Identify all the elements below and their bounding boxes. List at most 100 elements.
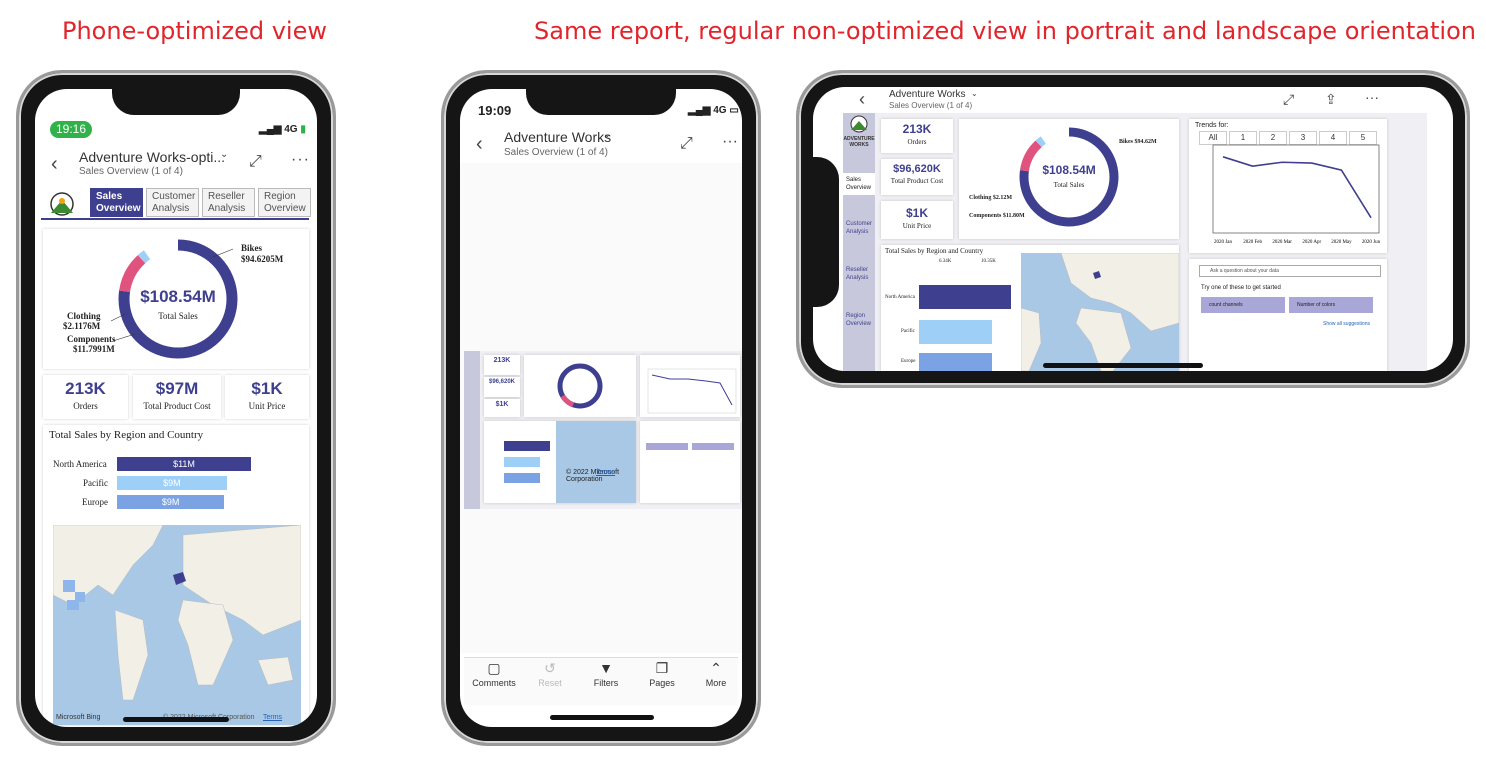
tab-reseller-analysis[interactable]: Reseller Analysis (202, 188, 255, 217)
bar-label-north-america: North America (53, 459, 107, 469)
kpi-unit-price[interactable]: $1K Unit Price (225, 375, 309, 419)
kpi-unit-price[interactable]: $1K Unit Price (881, 201, 953, 239)
mini-map-terms[interactable]: Terms (596, 469, 615, 476)
trends-card[interactable]: Trends for: All 1 2 3 4 5 2020 Jan 2020 F… (1189, 119, 1387, 253)
filters-button[interactable]: ▼ Filters (576, 658, 636, 688)
kpi-value: $1K (905, 206, 928, 220)
status-time: 19:16 (50, 121, 92, 138)
label-bikes: Bikes (241, 243, 263, 253)
kpi-value: 213K (902, 122, 932, 136)
filter-icon: ▼ (599, 660, 613, 676)
tab-customer-analysis[interactable]: Customer Analysis (146, 188, 199, 217)
kpi-value: $97M (155, 379, 199, 398)
logo-text: ADVENTURE WORKS (843, 136, 875, 148)
pages-label: Pages (649, 678, 675, 688)
donut-center-label: Total Sales (158, 311, 198, 321)
phone-landscape-screen: ‹ Adventure Works ⌄ Sales Overview (1 of… (813, 87, 1453, 371)
kpi-orders[interactable]: 213K Orders (43, 375, 128, 419)
trend-x-tick: 2020 Jun (1362, 240, 1381, 245)
bar-pacific[interactable]: $9M (117, 476, 227, 490)
kpi-total-product-cost[interactable]: $97M Total Product Cost (133, 375, 221, 419)
pages-button[interactable]: ❐ Pages (632, 658, 692, 688)
label-bikes: Bikes $94.62M (1119, 139, 1157, 145)
bar-label-north-america: North America (885, 295, 915, 300)
kpi-label: Orders (73, 401, 98, 411)
mini-donut (524, 355, 636, 417)
bottom-toolbar: ▢ Comments ↺ Reset ▼ Filters ❐ Pages ⌃ More (464, 657, 738, 705)
kpi-total-product-cost[interactable]: $96,620K Total Product Cost (881, 159, 953, 195)
pages-icon: ❐ (655, 660, 669, 676)
qa-input[interactable]: Ask a question about your data (1199, 265, 1381, 277)
nav-rail: ADVENTURE WORKS Sales Overview Customer … (843, 113, 875, 371)
report-canvas: ADVENTURE WORKS Sales Overview Customer … (843, 113, 1427, 371)
world-map[interactable] (1021, 253, 1179, 371)
world-map[interactable]: Microsoft Bing © 2022 Microsoft Corporat… (53, 525, 301, 725)
back-icon[interactable]: ‹ (859, 89, 865, 110)
more-icon[interactable]: ··· (291, 151, 310, 169)
mini-report[interactable]: 213K $96,620K $1K © 2022 Microsoft Corpo… (464, 351, 742, 509)
page-subtitle: Sales Overview (1 of 4) (889, 101, 973, 110)
phone-optimized-frame: 19:16 ▂▄▆ 4G ▮ ‹ Adventure Works-opti...… (16, 70, 336, 746)
label-components-value: $11.7991M (73, 344, 115, 354)
bar-pacific[interactable] (919, 320, 992, 344)
donut-chart (1019, 127, 1119, 227)
qa-suggestion-count-channels[interactable]: count channels (1201, 297, 1285, 313)
bar-north-america[interactable]: $11M (117, 457, 251, 471)
donut-card[interactable]: $108.54M Total Sales Bikes $94.6205M Clo… (43, 229, 309, 369)
map-terms-link[interactable]: Terms (263, 714, 282, 721)
back-icon[interactable]: ‹ (476, 133, 483, 156)
donut-card[interactable]: $108.54M Total Sales Bikes $94.62M Cloth… (959, 119, 1179, 239)
report-title[interactable]: Adventure Works (504, 129, 611, 145)
nav-customer-analysis[interactable]: Customer Analysis (843, 217, 875, 239)
report-title[interactable]: Adventure Works (889, 89, 966, 100)
more-icon[interactable]: ··· (722, 133, 738, 151)
network-type: 4G (713, 105, 727, 116)
region-card[interactable]: Total Sales by Region and Country North … (43, 425, 309, 725)
qa-card[interactable]: Ask a question about your data Try one o… (1189, 259, 1387, 371)
report-title[interactable]: Adventure Works-opti... (79, 149, 225, 165)
region-card[interactable]: Total Sales by Region and Country 6.34K … (881, 245, 1179, 371)
trend-x-tick: 2020 Jan (1214, 240, 1232, 245)
chevron-up-icon: ⌃ (710, 660, 722, 676)
mini-suggestion (692, 443, 734, 450)
more-button[interactable]: ⌃ More (686, 658, 742, 688)
qa-suggestion-number-of-colors[interactable]: Number of colors (1289, 297, 1373, 313)
back-icon[interactable]: ‹ (51, 153, 58, 176)
mini-qa (640, 421, 740, 503)
bar-europe[interactable]: $9M (117, 495, 225, 509)
tab-sales-overview[interactable]: Sales Overview (90, 188, 143, 217)
label-clothing: Clothing (67, 311, 101, 321)
expand-icon[interactable]: ⤢ (1283, 91, 1294, 108)
trend-series-line[interactable] (1222, 156, 1372, 219)
region-title: Total Sales by Region and Country (49, 429, 204, 441)
bar-europe[interactable] (919, 353, 992, 371)
page-subtitle: Sales Overview (1 of 4) (504, 147, 608, 158)
expand-icon[interactable]: ⤢ (680, 135, 693, 153)
filters-label: Filters (593, 678, 619, 688)
phone-portrait-frame: 19:09 ▂▄▆ 4G ▭ ‹ Adventure Works ⌄ Sales… (441, 70, 761, 746)
nav-reseller-analysis[interactable]: Reseller Analysis (843, 263, 875, 285)
kpi-label: Total Product Cost (143, 401, 211, 411)
expand-icon[interactable]: ⤢ (249, 153, 262, 171)
kpi-orders[interactable]: 213K Orders (881, 119, 953, 153)
tab-region-overview[interactable]: Region Overview (258, 188, 311, 217)
label-components: Components $11.80M (969, 213, 1025, 219)
qa-try-text: Try one of these to get started (1201, 285, 1281, 291)
chevron-down-icon[interactable]: ⌄ (220, 149, 228, 160)
share-icon[interactable]: ⇪ (1325, 91, 1337, 108)
comments-button[interactable]: ▢ Comments (464, 658, 524, 688)
chevron-down-icon[interactable]: ⌄ (971, 89, 978, 98)
bar-north-america[interactable] (919, 285, 1011, 309)
qa-show-all-link[interactable]: Show all suggestions (1323, 321, 1370, 327)
heading-non-optimized: Same report, regular non-optimized view … (534, 17, 1476, 45)
kpi-label: Orders (907, 138, 927, 146)
home-indicator (1043, 363, 1203, 368)
more-icon[interactable]: ··· (1365, 89, 1379, 105)
nav-region-overview[interactable]: Region Overview (843, 309, 875, 331)
notch (526, 89, 676, 115)
nav-sales-overview[interactable]: Sales Overview (843, 173, 875, 195)
mini-region: © 2022 Microsoft Corporation Terms (484, 421, 636, 503)
chevron-down-icon[interactable]: ⌄ (603, 129, 611, 140)
map-bing-logo: Microsoft Bing (56, 714, 101, 721)
mini-bar (504, 473, 540, 483)
